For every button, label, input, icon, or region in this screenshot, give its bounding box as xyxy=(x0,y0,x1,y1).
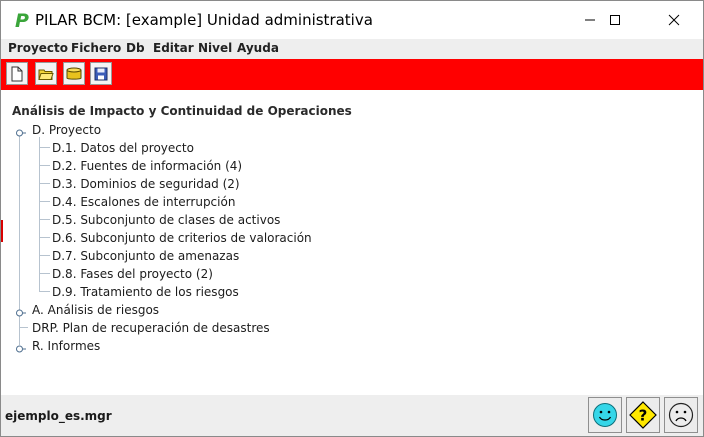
happy-face-button[interactable] xyxy=(588,397,622,433)
application-window: P PILAR BCM: [example] Unidad administra… xyxy=(0,0,704,437)
menu-editar[interactable]: Editar xyxy=(153,41,194,55)
tree-root[interactable]: Análisis de Impacto y Continuidad de Ope… xyxy=(12,104,352,118)
sad-face-button[interactable] xyxy=(664,397,698,433)
title-bar[interactable]: P PILAR BCM: [example] Unidad administra… xyxy=(1,1,703,39)
tree-node-d3[interactable]: D.3. Dominios de seguridad (2) xyxy=(52,177,240,191)
status-bar: ejemplo_es.mgr ? xyxy=(1,395,703,436)
tree-node-d7[interactable]: D.7. Subconjunto de amenazas xyxy=(52,249,239,263)
tree-connector xyxy=(39,237,50,238)
tree-connector xyxy=(39,273,50,274)
left-edge-accent xyxy=(1,220,3,242)
maximize-button[interactable] xyxy=(592,1,638,39)
tree-node-d9[interactable]: D.9. Tratamiento de los riesgos xyxy=(52,285,239,299)
expand-toggle-icon[interactable] xyxy=(16,126,26,137)
new-file-icon xyxy=(11,66,23,81)
tree-connector xyxy=(39,183,50,184)
help-question-icon: ? xyxy=(629,401,657,429)
tree-node-drp[interactable]: DRP. Plan de recuperación de desastres xyxy=(32,321,270,335)
project-tree: Análisis de Impacto y Continuidad de Ope… xyxy=(1,90,703,395)
close-icon xyxy=(668,14,680,26)
open-folder-icon xyxy=(38,69,54,80)
tree-connector xyxy=(39,291,50,292)
tree-connector xyxy=(39,165,50,166)
tree-node-informes[interactable]: R. Informes xyxy=(32,339,100,353)
menu-nivel[interactable]: Nivel xyxy=(198,41,232,55)
menu-fichero[interactable]: Fichero xyxy=(71,41,121,55)
pilar-logo-icon: P xyxy=(15,10,29,32)
close-button[interactable] xyxy=(651,1,697,39)
tree-node-analisis[interactable]: A. Análisis de riesgos xyxy=(32,303,159,317)
database-button[interactable] xyxy=(63,62,85,85)
tree-node-d6[interactable]: D.6. Subconjunto de criterios de valorac… xyxy=(52,231,312,245)
file-name: ejemplo_es.mgr xyxy=(5,409,112,423)
tree-connector xyxy=(39,255,50,256)
new-file-button[interactable] xyxy=(6,62,28,85)
tree-connector xyxy=(39,137,40,292)
save-icon xyxy=(94,67,108,80)
tree-node-d2[interactable]: D.2. Fuentes de información (4) xyxy=(52,159,242,173)
toolbar xyxy=(1,59,703,90)
save-button[interactable] xyxy=(90,62,112,85)
help-question-button[interactable]: ? xyxy=(626,397,660,433)
expand-toggle-icon[interactable] xyxy=(16,342,26,353)
open-folder-button[interactable] xyxy=(35,62,57,85)
maximize-icon xyxy=(610,15,620,25)
expand-toggle-icon[interactable] xyxy=(16,306,26,317)
tree-connector xyxy=(19,327,28,328)
tree-node-proyecto[interactable]: D. Proyecto xyxy=(32,123,101,137)
tree-node-d1[interactable]: D.1. Datos del proyecto xyxy=(52,141,194,155)
tree-node-d4[interactable]: D.4. Escalones de interrupción xyxy=(52,195,235,209)
window-title: PILAR BCM: [example] Unidad administrati… xyxy=(35,11,373,29)
svg-text:?: ? xyxy=(639,407,648,425)
happy-face-icon xyxy=(593,403,617,427)
menu-db[interactable]: Db xyxy=(126,41,145,55)
tree-node-d8[interactable]: D.8. Fases del proyecto (2) xyxy=(52,267,213,281)
tree-connector xyxy=(39,201,50,202)
tree-connector xyxy=(39,219,50,220)
menu-ayuda[interactable]: Ayuda xyxy=(237,41,279,55)
menu-proyecto[interactable]: Proyecto xyxy=(8,41,68,55)
database-icon xyxy=(66,67,82,80)
menu-bar: Proyecto Fichero Db Editar Nivel Ayuda xyxy=(1,39,703,59)
tree-connector xyxy=(39,147,50,148)
tree-node-d5[interactable]: D.5. Subconjunto de clases de activos xyxy=(52,213,280,227)
sad-face-icon xyxy=(668,402,694,428)
